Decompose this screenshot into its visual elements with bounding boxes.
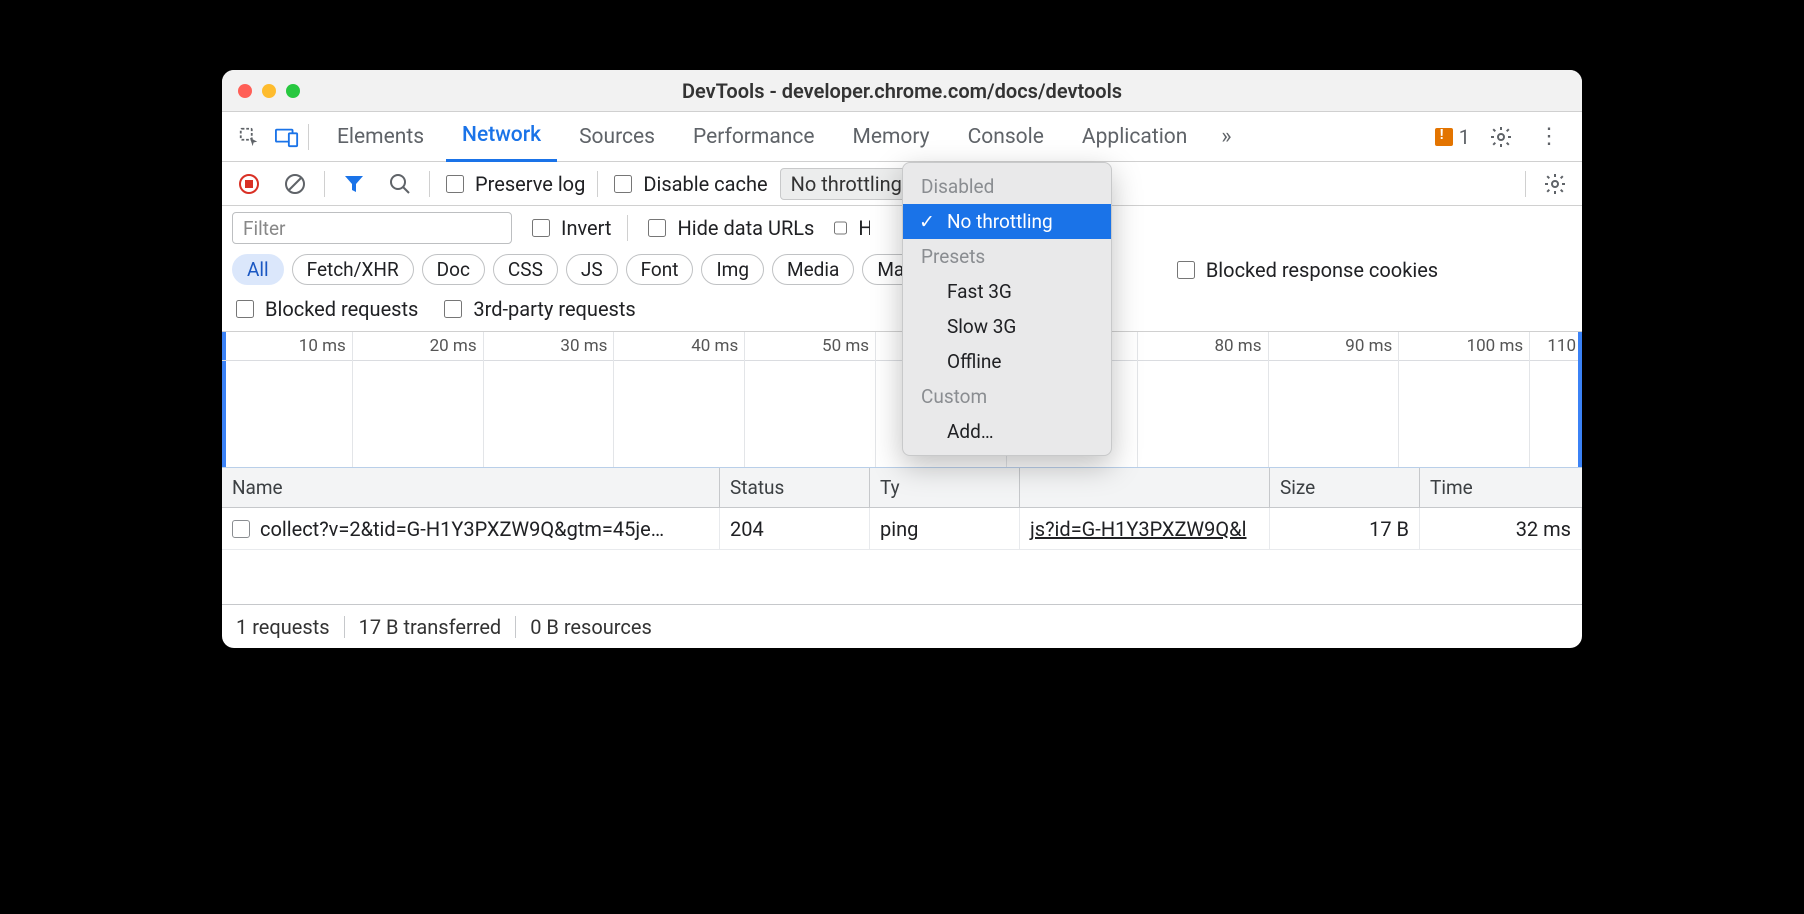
cell-name: collect?v=2&tid=G-H1Y3PXZW9Q&gtm=45je… — [260, 517, 664, 541]
window-titlebar: DevTools - developer.chrome.com/docs/dev… — [222, 70, 1582, 112]
network-status-bar: 1 requests 17 B transferred 0 B resource… — [222, 604, 1582, 648]
device-mode-icon[interactable] — [270, 120, 304, 154]
disable-cache-checkbox[interactable]: Disable cache — [610, 172, 767, 196]
hide-data-urls-checkbox[interactable]: Hide data URLs — [644, 216, 814, 240]
cell-type: ping — [880, 517, 918, 541]
filter-toggle-icon[interactable] — [337, 167, 371, 201]
issues-count: 1 — [1459, 125, 1470, 149]
window-title: DevTools - developer.chrome.com/docs/dev… — [222, 79, 1582, 103]
type-filter-doc[interactable]: Doc — [422, 254, 485, 285]
cell-size: 17 B — [1369, 517, 1409, 541]
close-window-button[interactable] — [238, 84, 252, 98]
tab-performance[interactable]: Performance — [677, 112, 830, 162]
tab-network[interactable]: Network — [446, 112, 557, 162]
blocked-cookies-checkbox[interactable]: Blocked response cookies — [1173, 258, 1438, 282]
settings-icon[interactable] — [1484, 120, 1518, 154]
panel-tabs: Elements Network Sources Performance Mem… — [321, 112, 1431, 162]
maximize-window-button[interactable] — [286, 84, 300, 98]
record-button[interactable] — [232, 167, 266, 201]
preserve-log-label: Preserve log — [475, 172, 585, 196]
third-party-checkbox[interactable]: 3rd-party requests — [440, 297, 635, 321]
row-checkbox[interactable] — [232, 520, 250, 538]
type-filter-media[interactable]: Media — [772, 254, 854, 285]
col-initiator[interactable] — [1020, 468, 1270, 507]
more-tabs-icon[interactable]: » — [1209, 120, 1243, 154]
table-row[interactable]: collect?v=2&tid=G-H1Y3PXZW9Q&gtm=45je… 2… — [222, 508, 1582, 550]
preserve-log-checkbox[interactable]: Preserve log — [442, 172, 585, 196]
col-status[interactable]: Status — [720, 468, 870, 507]
throttling-section-disabled: Disabled — [903, 169, 1111, 204]
minimize-window-button[interactable] — [262, 84, 276, 98]
type-filter-css[interactable]: CSS — [493, 254, 558, 285]
kebab-menu-icon[interactable]: ⋮ — [1532, 120, 1566, 154]
cell-initiator[interactable]: js?id=G-H1Y3PXZW9Q&l — [1030, 517, 1246, 541]
status-requests: 1 requests — [236, 615, 330, 639]
devtools-window: DevTools - developer.chrome.com/docs/dev… — [222, 70, 1582, 648]
throttling-dropdown: Disabled No throttling Presets Fast 3G S… — [902, 162, 1112, 456]
status-transferred: 17 B transferred — [359, 615, 502, 639]
tab-memory[interactable]: Memory — [836, 112, 945, 162]
tab-elements[interactable]: Elements — [321, 112, 440, 162]
tab-console[interactable]: Console — [952, 112, 1060, 162]
panel-tabstrip: Elements Network Sources Performance Mem… — [222, 112, 1582, 162]
type-filter-fetch[interactable]: Fetch/XHR — [292, 254, 414, 285]
status-resources: 0 B resources — [530, 615, 652, 639]
window-controls — [222, 84, 300, 98]
issues-icon — [1435, 128, 1453, 146]
disable-cache-label: Disable cache — [643, 172, 767, 196]
hide-extension-urls-checkbox[interactable]: H — [830, 216, 870, 240]
issues-badge[interactable]: 1 — [1435, 125, 1470, 149]
tab-sources[interactable]: Sources — [563, 112, 671, 162]
filter-placeholder: Filter — [243, 217, 285, 240]
inspect-element-icon[interactable] — [232, 120, 266, 154]
throttling-option-fast3g[interactable]: Fast 3G — [903, 274, 1111, 309]
blocked-requests-checkbox[interactable]: Blocked requests — [232, 297, 418, 321]
throttling-selected-label: No throttling — [791, 172, 902, 196]
throttling-option-offline[interactable]: Offline — [903, 344, 1111, 379]
throttling-section-custom: Custom — [903, 379, 1111, 414]
type-filter-all[interactable]: All — [232, 254, 284, 285]
requests-table-header: Name Status Ty Size Time — [222, 468, 1582, 508]
invert-checkbox[interactable]: Invert — [528, 216, 611, 240]
clear-button[interactable] — [278, 167, 312, 201]
col-type[interactable]: Ty — [870, 468, 1020, 507]
search-icon[interactable] — [383, 167, 417, 201]
cell-time: 32 ms — [1516, 517, 1571, 541]
filter-input[interactable]: Filter — [232, 212, 512, 244]
throttling-option-add[interactable]: Add… — [903, 414, 1111, 449]
throttling-section-presets: Presets — [903, 239, 1111, 274]
requests-table-body: collect?v=2&tid=G-H1Y3PXZW9Q&gtm=45je… 2… — [222, 508, 1582, 604]
global-tools: 1 ⋮ — [1435, 120, 1572, 154]
throttling-option-slow3g[interactable]: Slow 3G — [903, 309, 1111, 344]
col-name[interactable]: Name — [222, 468, 720, 507]
tab-application[interactable]: Application — [1066, 112, 1203, 162]
type-filter-font[interactable]: Font — [626, 254, 694, 285]
col-size[interactable]: Size — [1270, 468, 1420, 507]
cell-status: 204 — [730, 517, 764, 541]
col-time[interactable]: Time — [1420, 468, 1582, 507]
filter-bar: Filter Invert Hide data URLs H All Fetch… — [222, 206, 1582, 332]
network-settings-icon[interactable] — [1538, 167, 1572, 201]
type-filter-img[interactable]: Img — [701, 254, 764, 285]
throttling-option-none[interactable]: No throttling — [903, 204, 1111, 239]
type-filter-js[interactable]: JS — [566, 254, 618, 285]
